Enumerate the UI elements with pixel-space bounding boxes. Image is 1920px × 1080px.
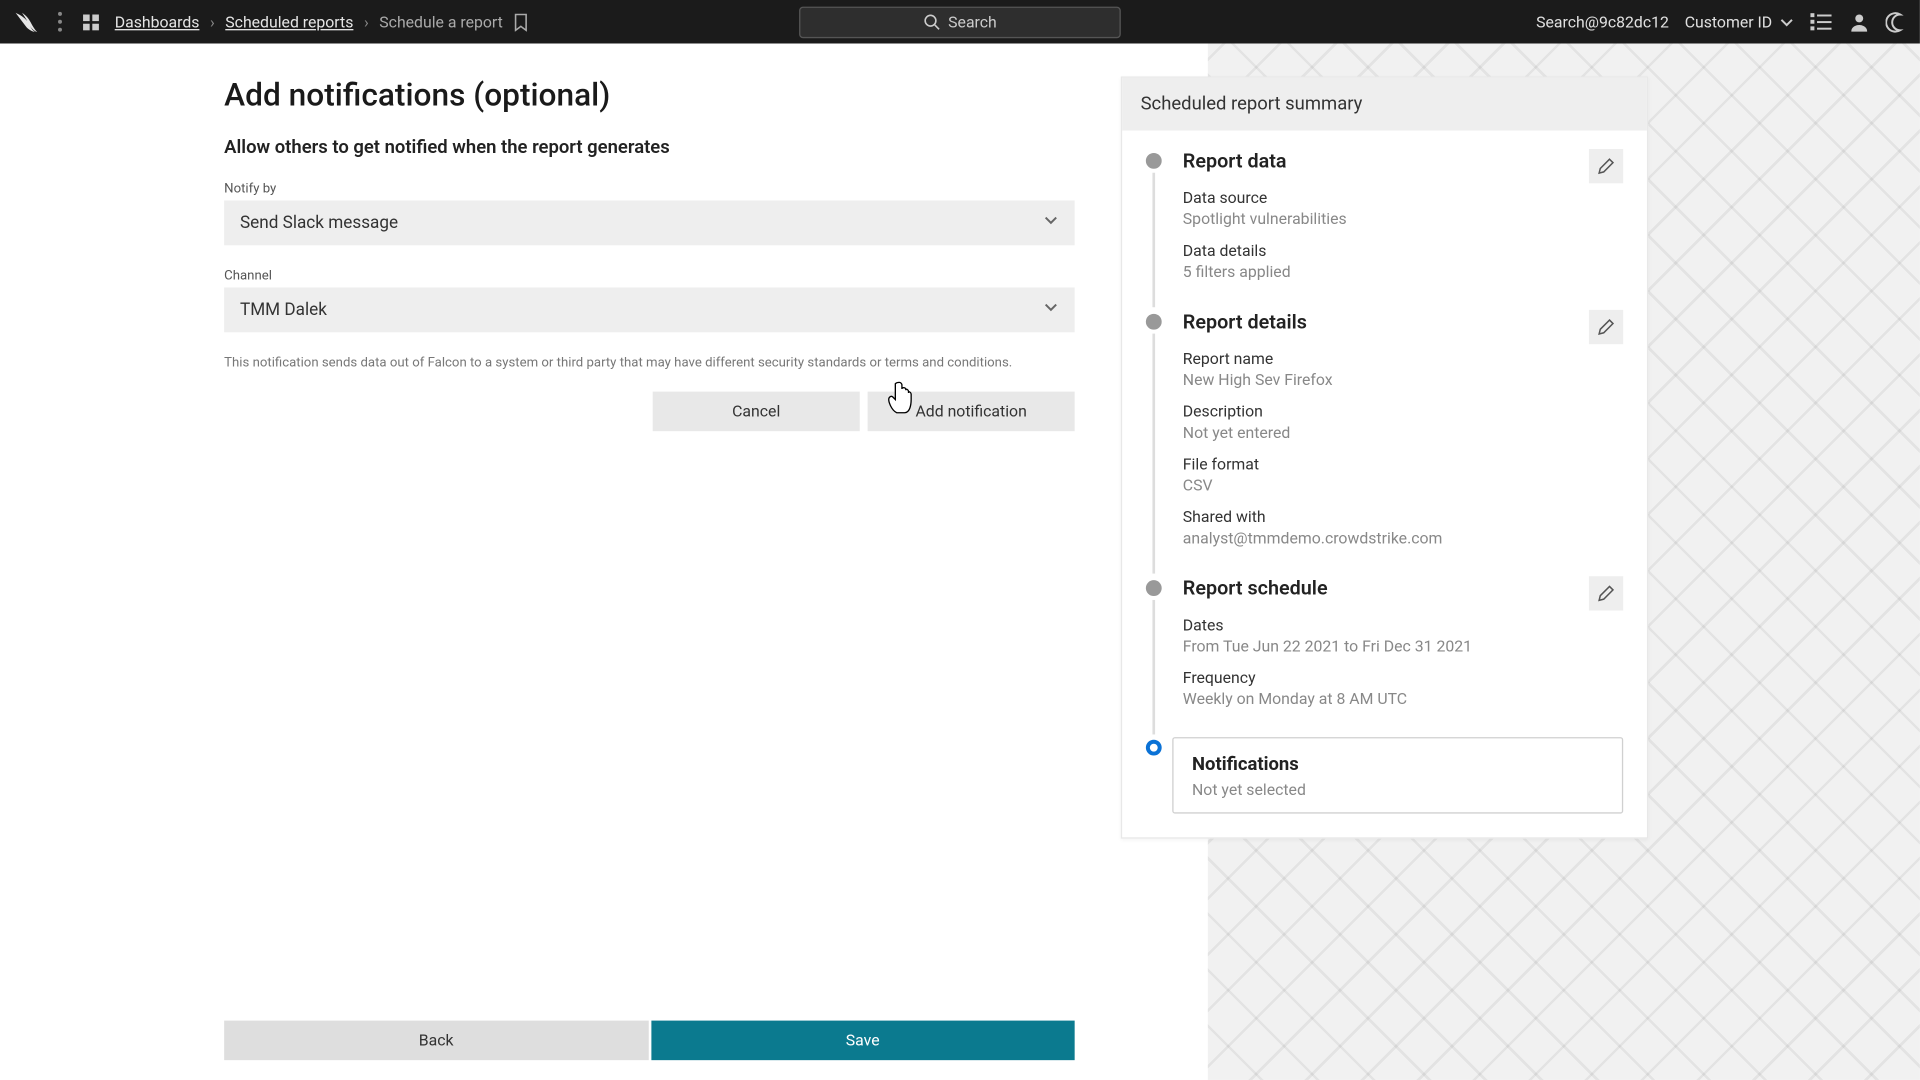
list-icon[interactable] (1809, 11, 1833, 32)
frequency-label: Frequency (1183, 669, 1623, 687)
drag-handle-icon (53, 12, 68, 32)
step-dot-complete-icon (1146, 580, 1162, 596)
notify-by-select[interactable]: Send Slack message (224, 200, 1074, 245)
breadcrumb: Dashboards › Scheduled reports › Schedul… (115, 13, 529, 31)
user-icon[interactable] (1849, 11, 1870, 32)
report-name-value: New High Sev Firefox (1183, 371, 1623, 389)
notifications-card[interactable]: Notifications Not yet selected (1172, 737, 1623, 813)
step-report-details: Report details Report name New High Sev … (1146, 310, 1623, 547)
search-placeholder: Search (948, 13, 997, 31)
step-connector (1152, 600, 1155, 734)
global-search[interactable]: Search (799, 6, 1121, 38)
customer-id-dropdown[interactable]: Customer ID (1685, 13, 1772, 31)
data-source-label: Data source (1183, 189, 1623, 207)
notifications-form: Add notifications (optional) Allow other… (224, 76, 1074, 431)
data-details-label: Data details (1183, 241, 1623, 259)
channel-value: TMM Dalek (240, 300, 327, 320)
step-report-data: Report data Data source Spotlight vulner… (1146, 149, 1623, 281)
apps-grid-icon[interactable] (80, 11, 101, 32)
notify-by-label: Notify by (224, 182, 1074, 197)
dates-value: From Tue Jun 22 2021 to Fri Dec 31 2021 (1183, 637, 1623, 655)
frequency-value: Weekly on Monday at 8 AM UTC (1183, 690, 1623, 708)
edit-report-data-button[interactable] (1589, 149, 1623, 183)
chevron-down-icon (1780, 15, 1793, 28)
search-icon (923, 13, 940, 30)
back-button[interactable]: Back (224, 1021, 648, 1061)
topbar-right: Search@9c82dc12 Customer ID (1536, 0, 1907, 44)
search-context-id: Search@9c82dc12 (1536, 13, 1669, 31)
step-dot-complete-icon (1146, 314, 1162, 330)
pencil-icon (1597, 157, 1615, 175)
page-title: Add notifications (optional) (224, 76, 1074, 113)
description-label: Description (1183, 402, 1623, 420)
step-dot-active-icon (1146, 740, 1162, 756)
breadcrumb-dashboards[interactable]: Dashboards (115, 13, 200, 31)
step-connector (1152, 173, 1155, 307)
step-title: Report details (1183, 310, 1623, 334)
page-subtitle: Allow others to get notified when the re… (224, 137, 1074, 158)
step-connector (1152, 334, 1155, 574)
breadcrumb-scheduled-reports[interactable]: Scheduled reports (225, 13, 353, 31)
pencil-icon (1597, 584, 1615, 602)
step-title: Report schedule (1183, 576, 1623, 600)
theme-toggle-icon[interactable] (1886, 11, 1907, 32)
summary-panel: Scheduled report summary Report data Dat… (1121, 76, 1648, 838)
bookmark-icon[interactable] (513, 13, 529, 31)
file-format-value: CSV (1183, 476, 1623, 494)
step-title: Report data (1183, 149, 1623, 173)
topbar-left: Dashboards › Scheduled reports › Schedul… (13, 10, 529, 34)
cancel-button[interactable]: Cancel (653, 392, 860, 432)
edit-report-schedule-button[interactable] (1589, 576, 1623, 610)
step-dot-complete-icon (1146, 153, 1162, 169)
dates-label: Dates (1183, 616, 1623, 634)
chevron-down-icon (1043, 212, 1059, 233)
data-source-value: Spotlight vulnerabilities (1183, 210, 1623, 228)
report-name-label: Report name (1183, 349, 1623, 367)
topbar: Dashboards › Scheduled reports › Schedul… (0, 0, 1920, 44)
chevron-down-icon (1043, 299, 1059, 320)
falcon-logo-icon[interactable] (13, 10, 39, 34)
notifications-value: Not yet selected (1192, 781, 1603, 799)
file-format-label: File format (1183, 455, 1623, 473)
channel-label: Channel (224, 269, 1074, 284)
notify-by-value: Send Slack message (240, 213, 398, 233)
edit-report-details-button[interactable] (1589, 310, 1623, 344)
notifications-title: Notifications (1192, 754, 1603, 775)
pencil-icon (1597, 318, 1615, 336)
summary-body: Report data Data source Spotlight vulner… (1122, 131, 1647, 838)
disclaimer-text: This notification sends data out of Falc… (224, 356, 1074, 371)
summary-header: Scheduled report summary (1122, 78, 1647, 131)
chevron-right-icon: › (364, 13, 369, 31)
description-value: Not yet entered (1183, 423, 1623, 441)
shared-with-label: Shared with (1183, 508, 1623, 526)
data-details-value: 5 filters applied (1183, 262, 1623, 280)
chevron-right-icon: › (210, 13, 215, 31)
add-notification-button[interactable]: Add notification (868, 392, 1075, 432)
channel-select[interactable]: TMM Dalek (224, 287, 1074, 332)
step-report-schedule: Report schedule Dates From Tue Jun 22 20… (1146, 576, 1623, 708)
form-button-row: Cancel Add notification (224, 392, 1074, 432)
breadcrumb-current: Schedule a report (379, 13, 503, 31)
footer-buttons: Back Save (224, 1021, 1074, 1061)
body-area: Add notifications (optional) Allow other… (0, 44, 1920, 1080)
step-notifications: Notifications Not yet selected (1146, 737, 1623, 813)
shared-with-value: analyst@tmmdemo.crowdstrike.com (1183, 529, 1623, 547)
save-button[interactable]: Save (651, 1021, 1075, 1061)
